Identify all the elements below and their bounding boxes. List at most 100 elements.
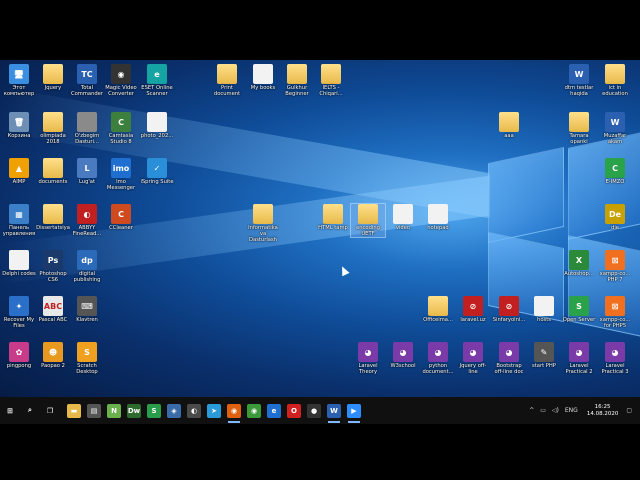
camtasia-icon: C (111, 112, 131, 132)
desktop-icon-this-pc[interactable]: 🖥 Этот компьютер (2, 64, 36, 97)
desktop-icon-informatika[interactable]: Informatika va Dasturlash (246, 204, 280, 243)
desktop-icon-abbyy[interactable]: ◐ ABBYY FineRead... (70, 204, 104, 237)
desktop-icon-encoding[interactable]: encoding UETF (350, 203, 386, 238)
desktop-icon-eset[interactable]: e ESET Online Scanner (140, 64, 174, 97)
desktop-icon-delphi[interactable]: Delphi codes (2, 250, 36, 277)
desktop-icon-video[interactable]: video (386, 204, 420, 231)
desktop-icon-gulkhur[interactable]: Gulkhur Beginner (280, 64, 314, 97)
desktop-icon-notepad[interactable]: notepad (421, 204, 455, 231)
taskbar-notepad-pp-button[interactable]: N (104, 397, 124, 424)
desktop-icon-laravel-theory[interactable]: ◕ Laravel Theory (351, 342, 385, 375)
volume-icon[interactable]: ◁) (552, 407, 559, 414)
desktop-icon-ccleaner[interactable]: C CCleaner (104, 204, 138, 231)
desktop-icon-label: notepad (427, 225, 449, 231)
desktop-icon-jquery[interactable]: Jquery (36, 64, 70, 91)
taskbar-obs-button[interactable]: ● (304, 397, 324, 424)
desktop-icon-lugat[interactable]: L Lug'at (70, 158, 104, 185)
desktop-icon-paopao[interactable]: ☻ Paopao 2 (36, 342, 70, 369)
taskbar-explorer-button[interactable]: ▬ (64, 397, 84, 424)
clock-time: 16:25 (594, 403, 611, 410)
desktop-icon-dissertatsiya[interactable]: Dissertatsiya (36, 204, 70, 231)
taskbar-start-button[interactable]: ⊞ (0, 397, 20, 424)
desktop-icon-my-books[interactable]: My books (246, 64, 280, 91)
desktop-icon-eimzo[interactable]: C E-IMZO (598, 158, 632, 185)
taskbar-telegram-button[interactable]: ➤ (204, 397, 224, 424)
taskbar-skype-button[interactable]: S (144, 397, 164, 424)
desktop-icon-laravel-p2[interactable]: ◕ Laravel Practical 2 (562, 342, 596, 375)
taskbar-word-button[interactable]: W (324, 397, 344, 424)
desktop-icon-total-commander[interactable]: TC Total Commander (70, 64, 104, 97)
desktop-icon-jquery-offline[interactable]: ◕ Jquery off-line (456, 342, 490, 375)
laravel-p2-icon: ◕ (569, 342, 589, 362)
network-icon[interactable]: ▭ (540, 407, 546, 414)
taskbar-task-view-button[interactable]: ❐ (40, 397, 60, 424)
taskbar-search-button[interactable]: ⌕ (20, 397, 40, 424)
language-indicator[interactable]: ENG (565, 407, 578, 414)
desktop-icon-label: ESET Online Scanner (141, 85, 173, 97)
desktop-icon-photoshop[interactable]: Ps Photoshop CS6 (36, 250, 70, 283)
taskbar-edge-button[interactable]: e (264, 397, 284, 424)
documents-icon (43, 158, 63, 178)
taskbar-messenger-button[interactable]: ◈ (164, 397, 184, 424)
desktop-icon-tamara[interactable]: Tamara opanki (562, 112, 596, 145)
ielts-icon (321, 64, 341, 84)
desktop-icon-obegim[interactable]: O'zbegim Dasturi... (70, 112, 104, 145)
desktop-icon-python-doc[interactable]: ◕ python document... (421, 342, 455, 375)
telegram-icon: ➤ (207, 403, 221, 418)
desktop-icon-ict[interactable]: ict in education (598, 64, 632, 97)
desktop-icon-html-tamp[interactable]: HTML tamp (316, 204, 350, 231)
desktop-icon-documents[interactable]: documents (36, 158, 70, 185)
desktop-icon-xampp5[interactable]: ⊠ xampp-co... for PHP5 (598, 296, 632, 329)
desktop-icon-photo[interactable]: photo_202... (140, 112, 174, 139)
desktop-icon-print-document[interactable]: Print document (210, 64, 244, 97)
desktop-icon-muzaffar[interactable]: W Muzaffar akam (598, 112, 632, 145)
taskbar-store-button[interactable]: ▤ (84, 397, 104, 424)
notification-icon[interactable]: ▢ (626, 407, 632, 414)
desktop-icon-w3school[interactable]: ◕ W3school (386, 342, 420, 369)
taskbar-firefox-button[interactable]: ◉ (224, 397, 244, 424)
desktop-icon-pascal[interactable]: ABC Pascal ABC (36, 296, 70, 323)
taskbar-dreamweaver-button[interactable]: Dw (124, 397, 144, 424)
desktop-icon-laravel-p3[interactable]: ◕ Laravel Practical 3 (598, 342, 632, 375)
desktop-icon-olimpiada[interactable]: olimpiada 2018 (36, 112, 70, 145)
clock[interactable]: 16:25 14.08.2020 (587, 404, 619, 418)
desktop-icon-die[interactable]: De die (598, 204, 632, 231)
control-panel-icon: ▦ (9, 204, 29, 224)
desktop-icon-aaa[interactable]: aaa (492, 112, 526, 139)
gulkhur-icon (287, 64, 307, 84)
desktop-icon-laravel-uz[interactable]: ⊘ laravel.uz (456, 296, 490, 323)
taskbar-zoom-button[interactable]: ▶ (344, 397, 364, 424)
desktop-icon-sinfaryo[interactable]: ⊘ Sinfaryolni... (492, 296, 526, 323)
this-pc-icon: 🖥 (9, 64, 29, 84)
desktop-icon-label: Officeima... (423, 317, 453, 323)
desktop-icon-recycle[interactable]: 🗑 Корзина (2, 112, 36, 139)
desktop-icon-ispring[interactable]: ✓ iSpring Suite (140, 158, 174, 185)
desktop-icon-bootstrap[interactable]: ◕ Bootstrap off-line doc (492, 342, 526, 375)
desktop-icon-xampp7[interactable]: ⊠ xampp-co... PHP 7 (598, 250, 632, 283)
desktop-icon-label: Панель управления (2, 225, 36, 237)
desktop-icon-recover[interactable]: ✦ Recover My Files (2, 296, 36, 329)
desktop-icon-ielts[interactable]: IELTS - Chiqari... (314, 64, 348, 97)
desktop-icon-start-php[interactable]: ✎ start PHP (527, 342, 561, 369)
desktop-icon-magic-video[interactable]: ◉ Magic Video Converter (104, 64, 138, 97)
desktop-icon-label: ABBYY FineRead... (72, 225, 102, 237)
desktop-icon-control-panel[interactable]: ▦ Панель управления (2, 204, 36, 237)
desktop-icon-open-server[interactable]: S Open Server (562, 296, 596, 323)
desktop-icon-officeima[interactable]: Officeima... (421, 296, 455, 323)
taskbar-people-button[interactable]: ◐ (184, 397, 204, 424)
chevron-up-icon[interactable]: ^ (529, 407, 534, 414)
taskbar-opera-button[interactable]: O (284, 397, 304, 424)
desktop-icon-scratch[interactable]: S Scratch Desktop (70, 342, 104, 375)
desktop-icon-imo[interactable]: imo Imo Messenger (104, 158, 138, 191)
desktop-icon-dtm[interactable]: Wdtm testlar haqida (562, 64, 596, 97)
desktop-icon-label: Autoshop... (564, 271, 594, 277)
desktop-icon-aimp[interactable]: ▲ AIMP (2, 158, 36, 185)
desktop-icon-autoshop[interactable]: X Autoshop... (562, 250, 596, 277)
desktop-icon-hosts[interactable]: hosts (527, 296, 561, 323)
desktop-icon-pingpong[interactable]: ✿ pingpong (2, 342, 36, 369)
desktop-icon-digital[interactable]: dp digital publishing (70, 250, 104, 283)
html-tamp-icon (323, 204, 343, 224)
taskbar-chrome-button[interactable]: ◉ (244, 397, 264, 424)
desktop-icon-camtasia[interactable]: C Camtasia Studio 8 (104, 112, 138, 145)
desktop-icon-klavtren[interactable]: ⌨ Klavtren (70, 296, 104, 323)
